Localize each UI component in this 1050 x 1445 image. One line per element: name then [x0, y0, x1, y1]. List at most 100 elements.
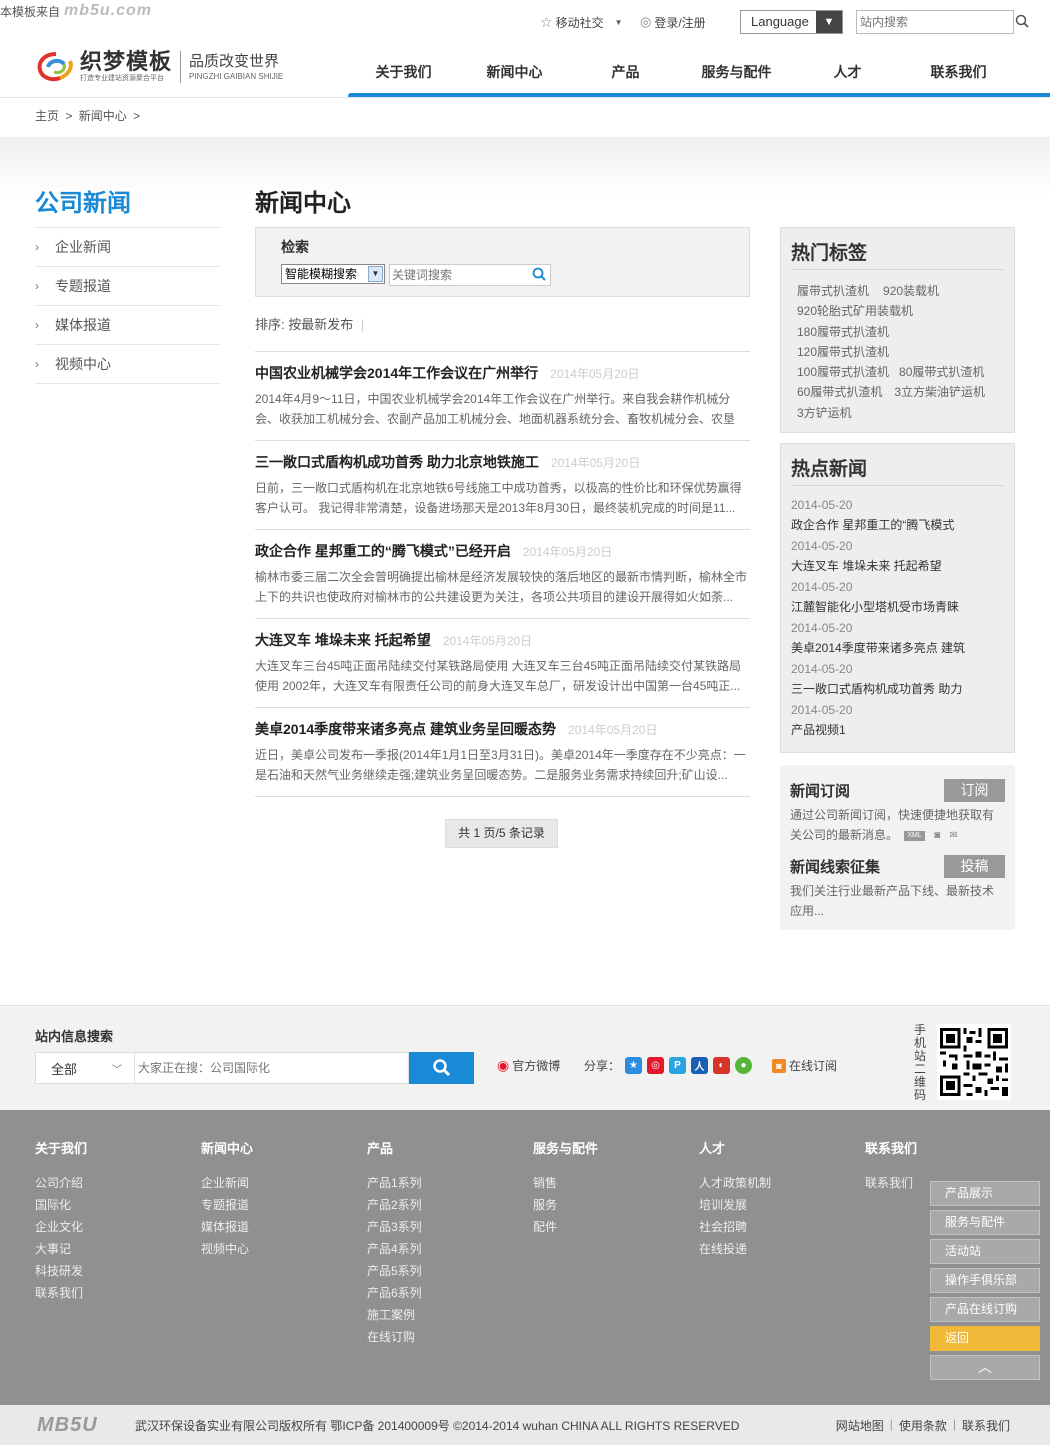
login-register-link[interactable]: ◎ 登录/注册 [640, 14, 740, 31]
hot-news-item[interactable]: 2014-05-20 大连叉车 堆垛未来 托起希望 [791, 536, 1004, 577]
quick-link-products[interactable]: 产品展示 [930, 1181, 1040, 1206]
quick-link-online-order[interactable]: 产品在线订购 [930, 1297, 1040, 1322]
footer-col-title[interactable]: 服务与配件 [533, 1138, 683, 1172]
qzone-icon[interactable]: ★ [625, 1057, 643, 1074]
footer-link[interactable]: 媒体报道 [201, 1216, 351, 1238]
news-title[interactable]: 三一敞口式盾构机成功首秀 助力北京地铁施工 [255, 452, 539, 472]
online-subscribe-link[interactable]: ◙ 在线订阅 [772, 1057, 837, 1074]
footer-link[interactable]: 产品6系列 [367, 1282, 517, 1304]
news-item[interactable]: 大连叉车 堆垛未来 托起希望 2014年05月20日 大连叉车三台45吨正面吊陆续… [255, 619, 750, 708]
nav-contact[interactable]: 联系我们 [903, 62, 1014, 82]
footer-col-title[interactable]: 关于我们 [35, 1138, 185, 1172]
footer-link[interactable]: 服务 [533, 1194, 683, 1216]
footer-link[interactable]: 产品3系列 [367, 1216, 517, 1238]
footer-link[interactable]: 科技研发 [35, 1260, 185, 1282]
mobile-social-menu[interactable]: ☆ 移动社交 ▼ [540, 14, 630, 31]
contribute-button[interactable]: 投稿 [944, 855, 1005, 878]
tag-link[interactable]: 920轮胎式矿用装载机 [797, 301, 913, 321]
tag-link[interactable]: 3立方柴油铲运机 [894, 382, 985, 402]
site-logo[interactable]: 织梦模板 打造专业建站资源聚合平台 品质改变世界 PINGZHI GAIBIAN… [36, 50, 283, 84]
news-item[interactable]: 中国农业机械学会2014年工作会议在广州举行 2014年05月20日 2014年4… [255, 352, 750, 441]
news-item[interactable]: 三一敞口式盾构机成功首秀 助力北京地铁施工 2014年05月20日 日前，三一敞口… [255, 441, 750, 530]
contact-link[interactable]: 联系我们 [962, 1417, 1010, 1434]
kaixin-icon[interactable]: ◐ [713, 1057, 731, 1074]
sort-option-latest[interactable]: 按最新发布 [288, 317, 353, 332]
footer-col-title[interactable]: 联系我们 [865, 1138, 925, 1172]
nav-service[interactable]: 服务与配件 [681, 62, 792, 82]
footer-link[interactable]: 联系我们 [865, 1172, 925, 1194]
tag-link[interactable]: 920装载机 [883, 281, 939, 301]
search-icon[interactable] [1015, 14, 1029, 31]
sidebar-item-media-report[interactable]: › 媒体报道 [35, 306, 220, 345]
footer-link[interactable]: 国际化 [35, 1194, 185, 1216]
news-title[interactable]: 中国农业机械学会2014年工作会议在广州举行 [255, 363, 538, 383]
hot-news-item[interactable]: 2014-05-20 江麓智能化小型塔机受市场青睐 [791, 577, 1004, 618]
language-select[interactable]: Language ▼ [740, 10, 843, 34]
tag-link[interactable]: 180履带式扒渣机 [797, 322, 889, 342]
news-title[interactable]: 大连叉车 堆垛未来 托起希望 [255, 630, 431, 650]
footer-link[interactable]: 公司介绍 [35, 1172, 185, 1194]
tag-link[interactable]: 60履带式扒渣机 [797, 382, 882, 402]
footer-link[interactable]: 企业文化 [35, 1216, 185, 1238]
search-icon[interactable] [528, 267, 550, 284]
mail-icon[interactable]: ✉ [950, 826, 958, 846]
hot-news-item[interactable]: 2014-05-20 政企合作 星邦重工的“腾飞模式 [791, 495, 1004, 536]
nav-about[interactable]: 关于我们 [348, 62, 459, 82]
news-item[interactable]: 政企合作 星邦重工的“腾飞模式”已经开启 2014年05月20日 榆林市委三届二次… [255, 530, 750, 619]
footer-link[interactable]: 配件 [533, 1216, 683, 1238]
keyword-search-input[interactable] [390, 268, 528, 282]
tag-link[interactable]: 100履带式扒渣机 [797, 362, 889, 382]
hot-news-item[interactable]: 2014-05-20 产品视频1 [791, 700, 1004, 741]
news-title[interactable]: 政企合作 星邦重工的“腾飞模式”已经开启 [255, 541, 511, 561]
footer-link[interactable]: 施工案例 [367, 1304, 517, 1326]
footer-link[interactable]: 产品5系列 [367, 1260, 517, 1282]
xml-badge[interactable]: XML [904, 830, 925, 841]
tag-link[interactable]: 80履带式扒渣机 [899, 362, 984, 382]
tencent-weibo-icon[interactable]: P [669, 1057, 687, 1074]
hot-news-title[interactable]: 三一敞口式盾构机成功首秀 助力 [791, 679, 1004, 700]
hot-news-title[interactable]: 政企合作 星邦重工的“腾飞模式 [791, 515, 1004, 536]
footer-link[interactable]: 培训发展 [699, 1194, 849, 1216]
footer-link[interactable]: 企业新闻 [201, 1172, 351, 1194]
hot-news-title[interactable]: 美卓2014季度带来诸多亮点 建筑 [791, 638, 1004, 659]
terms-link[interactable]: 使用条款 [899, 1417, 947, 1434]
nav-products[interactable]: 产品 [570, 62, 681, 82]
hot-news-title[interactable]: 江麓智能化小型塔机受市场青睐 [791, 597, 1004, 618]
tag-link[interactable]: 120履带式扒渣机 [797, 342, 889, 362]
sitemap-link[interactable]: 网站地图 [836, 1417, 884, 1434]
quick-link-service[interactable]: 服务与配件 [930, 1210, 1040, 1235]
footer-search-button[interactable] [409, 1052, 474, 1084]
footer-link[interactable]: 在线订购 [367, 1326, 517, 1348]
footer-link[interactable]: 销售 [533, 1172, 683, 1194]
hot-news-item[interactable]: 2014-05-20 三一敞口式盾构机成功首秀 助力 [791, 659, 1004, 700]
sidebar-item-enterprise-news[interactable]: › 企业新闻 [35, 228, 220, 267]
breadcrumb-home[interactable]: 主页 [35, 109, 59, 123]
hot-news-title[interactable]: 产品视频1 [791, 720, 1004, 741]
nav-talent[interactable]: 人才 [792, 62, 903, 82]
site-search-input[interactable] [857, 12, 1015, 32]
quick-link-back[interactable]: 返回 [930, 1326, 1040, 1351]
quick-link-events[interactable]: 活动站 [930, 1239, 1040, 1264]
hot-news-item[interactable]: 2014-05-20 美卓2014季度带来诸多亮点 建筑 [791, 618, 1004, 659]
footer-search-input[interactable] [135, 1052, 409, 1084]
footer-link[interactable]: 社会招聘 [699, 1216, 849, 1238]
footer-link[interactable]: 视频中心 [201, 1238, 351, 1260]
subscribe-button[interactable]: 订阅 [944, 779, 1005, 802]
news-item[interactable]: 美卓2014季度带来诸多亮点 建筑业务呈回暖态势 2014年05月20日 近日，美… [255, 708, 750, 797]
rss-icon[interactable]: ◙ [934, 826, 940, 846]
search-mode-select[interactable]: 智能模糊搜索 ▼ [281, 264, 385, 284]
hot-news-title[interactable]: 大连叉车 堆垛未来 托起希望 [791, 556, 1004, 577]
footer-col-title[interactable]: 人才 [699, 1138, 849, 1172]
footer-link[interactable]: 人才政策机制 [699, 1172, 849, 1194]
footer-search-category[interactable]: 全部 ﹀ [35, 1052, 135, 1084]
back-to-top-button[interactable]: ︿ [930, 1355, 1040, 1380]
wechat-icon[interactable]: ● [735, 1057, 753, 1074]
footer-link[interactable]: 产品2系列 [367, 1194, 517, 1216]
footer-link[interactable]: 专题报道 [201, 1194, 351, 1216]
footer-link[interactable]: 大事记 [35, 1238, 185, 1260]
footer-link[interactable]: 在线投递 [699, 1238, 849, 1260]
tag-link[interactable]: 3方铲运机 [797, 403, 852, 423]
nav-news[interactable]: 新闻中心 [459, 62, 570, 82]
quick-link-operator-club[interactable]: 操作手俱乐部 [930, 1268, 1040, 1293]
renren-icon[interactable]: 人 [691, 1057, 709, 1074]
